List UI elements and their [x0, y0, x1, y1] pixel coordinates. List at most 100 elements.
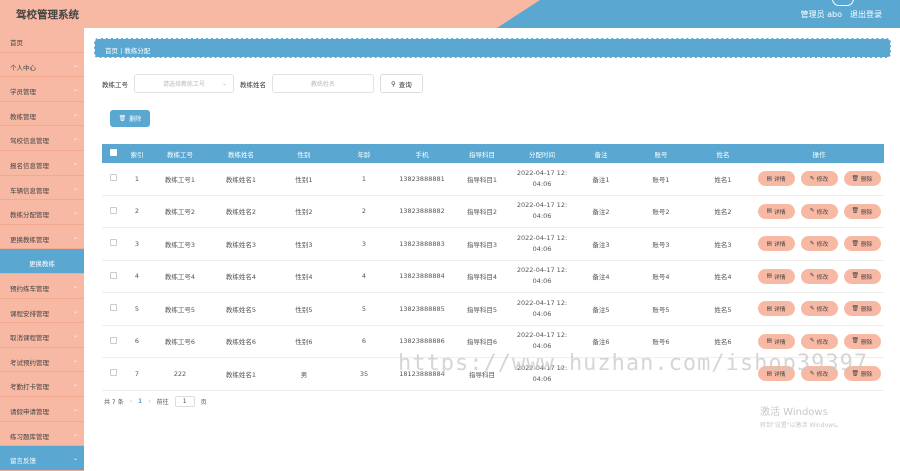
cell-account: 账号6	[652, 338, 670, 347]
logout-link[interactable]: 退出登录	[850, 9, 882, 20]
search-icon: ⚲	[391, 79, 396, 88]
pencil-icon: ✎	[809, 240, 815, 247]
detail-button-label: 详情	[773, 339, 786, 346]
edit-button[interactable]: ✎ 修改	[800, 171, 838, 187]
cell-phone: 13823888885	[399, 304, 445, 313]
doc-icon: ▤	[766, 208, 772, 215]
pager-page[interactable]: 1	[138, 398, 142, 405]
sidebar: 首页个人中心 ⌄ 学员管理 ⌄ 教练管理 ⌄ 驾校信息管理 ⌄ 报名信息管理 ⌄ 车辆信息管理 ⌄ 教练…	[0, 28, 84, 471]
detail-button-label: 详情	[773, 209, 786, 216]
detail-button[interactable]: ▤ 详情	[757, 301, 795, 317]
select-all-checkbox[interactable]	[109, 149, 117, 156]
table-row: 1 教练工号1 教练姓名1 性别1 1 13823888881 指导科目1 2022-04-1…	[102, 163, 884, 196]
cell-phone: 13823888884	[399, 272, 445, 281]
sidebar-item-label: 首页	[10, 39, 23, 47]
cell-subject: 指导科目4	[466, 273, 498, 282]
sidebar-item[interactable]: 个人中心 ⌄	[0, 53, 84, 78]
query-button[interactable]: ⚲ 查询	[380, 74, 423, 93]
edit-button[interactable]: ✎ 修改	[800, 268, 838, 284]
row-actions: ▤ 详情 ✎ 修改 🗑 删除	[754, 171, 884, 187]
row-checkbox[interactable]	[109, 206, 117, 214]
delete-button[interactable]: 🗑 删除	[843, 171, 881, 187]
row-checkbox[interactable]	[109, 369, 117, 377]
column-header: 姓名	[716, 150, 730, 159]
pager-goto-input[interactable]: 1	[174, 396, 195, 407]
row-actions: ▤ 详情 ✎ 修改 🗑 删除	[754, 301, 884, 317]
sidebar-item[interactable]: 更换教练	[0, 249, 84, 274]
coach-code-select[interactable]: 请选择教练工号 ⌄	[134, 74, 234, 93]
cell-index: 6	[134, 337, 140, 346]
row-actions: ▤ 详情 ✎ 修改 🗑 删除	[754, 236, 884, 252]
column-header: 索引	[130, 150, 144, 159]
detail-button-label: 详情	[773, 307, 786, 314]
row-select-cell	[102, 271, 124, 281]
column-header: 性别	[297, 150, 311, 159]
cell-time-clock: 04:06	[532, 277, 552, 286]
row-checkbox[interactable]	[109, 174, 117, 182]
batch-delete-button[interactable]: 🗑 删除	[110, 110, 150, 127]
sidebar-item[interactable]: 教练管理 ⌄	[0, 102, 84, 127]
delete-button[interactable]: 🗑 删除	[843, 333, 881, 349]
query-button-label: 查询	[398, 80, 412, 89]
detail-button-label: 详情	[773, 177, 786, 184]
delete-button[interactable]: 🗑 删除	[843, 203, 881, 219]
detail-button[interactable]: ▤ 详情	[757, 171, 795, 187]
pencil-icon: ✎	[809, 175, 815, 182]
edit-button-label: 修改	[816, 242, 829, 249]
sidebar-item[interactable]: 考勤打卡管理 ⌄	[0, 372, 84, 397]
pager-next-icon[interactable]: ›	[148, 398, 150, 405]
pager-prev-icon[interactable]: ‹	[130, 398, 132, 405]
edit-button[interactable]: ✎ 修改	[800, 333, 838, 349]
sidebar-item[interactable]: 练习题库管理 ⌄	[0, 422, 84, 447]
delete-button-label: 删除	[860, 242, 873, 249]
cell-index: 3	[134, 239, 140, 248]
cell-age: 5	[361, 304, 367, 313]
sidebar-item[interactable]: 更换教练管理 ⌄	[0, 225, 84, 250]
sidebar-item[interactable]: 请假申请管理 ⌄	[0, 397, 84, 422]
row-checkbox[interactable]	[109, 304, 117, 312]
cell-code: 教练工号4	[164, 273, 196, 282]
cell-realname: 姓名3	[714, 240, 732, 249]
row-checkbox[interactable]	[109, 271, 117, 279]
sidebar-item[interactable]: 取消课程管理 ⌄	[0, 323, 84, 348]
cell-code: 教练工号2	[164, 208, 196, 217]
sidebar-item[interactable]: 车辆信息管理 ⌄	[0, 176, 84, 201]
sidebar-item[interactable]: 考试预约管理 ⌄	[0, 348, 84, 373]
sidebar-item-label: 练习题库管理	[10, 432, 49, 441]
edit-button-label: 修改	[816, 274, 829, 281]
sidebar-item[interactable]: 驾校信息管理 ⌄	[0, 126, 84, 151]
sidebar-item[interactable]: 报名信息管理 ⌄	[0, 151, 84, 176]
edit-button[interactable]: ✎ 修改	[800, 203, 838, 219]
cell-name: 教练姓名3	[225, 240, 257, 249]
row-checkbox[interactable]	[109, 336, 117, 344]
delete-button[interactable]: 🗑 删除	[843, 268, 881, 284]
delete-button[interactable]: 🗑 删除	[843, 301, 881, 317]
edit-button[interactable]: ✎ 修改	[800, 301, 838, 317]
row-actions: ▤ 详情 ✎ 修改 🗑 删除	[754, 268, 884, 284]
coach-name-input[interactable]: 教练姓名	[272, 74, 374, 93]
chevron-down-icon: ⌄	[72, 233, 78, 241]
cell-gender: 性别1	[295, 175, 313, 184]
sidebar-item[interactable]: 学员管理 ⌄	[0, 77, 84, 102]
coach-code-label: 教练工号	[102, 80, 128, 89]
breadcrumb-home[interactable]: 首页	[105, 47, 118, 55]
cell-note: 备注5	[592, 305, 610, 314]
chevron-down-icon: ⌄	[72, 405, 78, 413]
edit-button[interactable]: ✎ 修改	[800, 236, 838, 252]
sidebar-item[interactable]: 留言反馈 ⌄	[0, 446, 84, 471]
row-checkbox[interactable]	[109, 239, 117, 247]
pager-unit: 页	[200, 399, 207, 406]
sidebar-item[interactable]: 预约练车管理 ⌄	[0, 274, 84, 299]
cell-phone: 13823888886	[399, 337, 445, 346]
table-row: 2 教练工号2 教练姓名2 性别2 2 13823888882 指导科目2 2022-04-1…	[102, 196, 884, 228]
sidebar-item[interactable]: 首页	[0, 28, 84, 53]
detail-button[interactable]: ▤ 详情	[757, 333, 795, 349]
detail-button[interactable]: ▤ 详情	[757, 236, 795, 252]
detail-button[interactable]: ▤ 详情	[757, 203, 795, 219]
detail-button[interactable]: ▤ 详情	[757, 268, 795, 284]
sidebar-item-label: 课程安排管理	[10, 309, 49, 318]
sidebar-item[interactable]: 课程安排管理 ⌄	[0, 299, 84, 324]
sidebar-item[interactable]: 教练分配管理 ⌄	[0, 200, 84, 225]
table-row: 5 教练工号5 教练姓名5 性别5 5 13823888885 指导科目5 2022-04-1…	[102, 293, 884, 326]
delete-button[interactable]: 🗑 删除	[843, 236, 881, 252]
